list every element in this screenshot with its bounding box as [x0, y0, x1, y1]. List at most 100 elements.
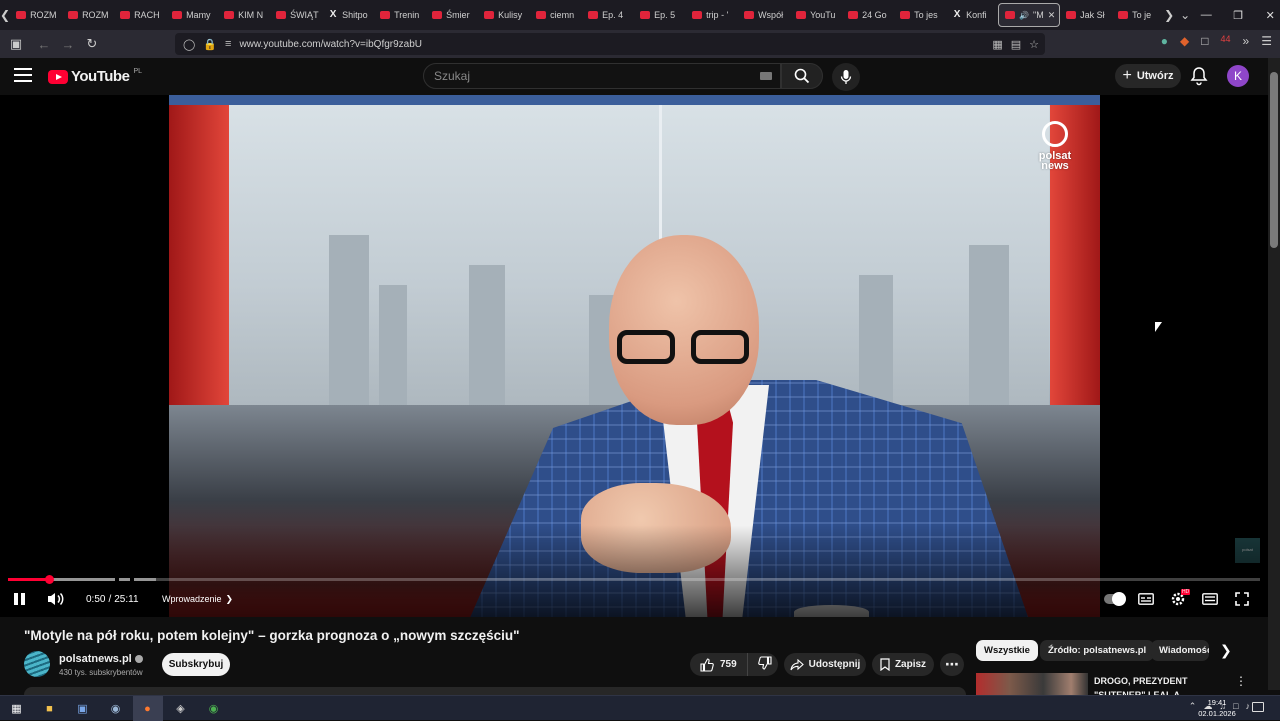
tracking-protection-icon[interactable]: ◯ [183, 38, 195, 51]
browser-tab[interactable]: ciemn [530, 3, 582, 27]
subtitles-button[interactable] [1136, 589, 1156, 609]
address-bar[interactable]: ◯ 🔒 ≡ www.youtube.com/watch?v=ibQfgr9zab… [175, 33, 1045, 55]
browser-tab[interactable]: To jes [894, 3, 946, 27]
browser-tab[interactable]: trip - ' [686, 3, 738, 27]
browser-tab[interactable]: ROZM [10, 3, 62, 27]
tab-list-dropdown-icon[interactable]: ⌄ [1180, 8, 1190, 22]
recommendation-thumbnail[interactable] [976, 673, 1088, 697]
extensions-puzzle-icon[interactable]: □ [1201, 34, 1208, 48]
browser-tab[interactable]: X Shitpo [322, 3, 374, 27]
browser-tab[interactable]: 🔊 "M ✕ [998, 3, 1061, 27]
tab-scroll-right-icon[interactable]: ❯ [1164, 8, 1174, 22]
browser-tab[interactable]: Śmier [426, 3, 478, 27]
close-window-icon[interactable]: ✕ [1254, 9, 1280, 22]
browser-tab[interactable]: Jak Sł [1060, 3, 1112, 27]
chip-all[interactable]: Wszystkie [976, 640, 1038, 661]
more-actions-button[interactable]: ⋯ [940, 653, 964, 676]
subscribe-button[interactable]: Subskrybuj [162, 653, 230, 676]
picture-in-picture-icon[interactable]: ▦ [992, 38, 1002, 51]
reload-icon[interactable]: ↻ [80, 36, 104, 52]
volume-icon [48, 592, 64, 606]
create-button[interactable]: + Utwórz [1115, 64, 1181, 88]
browser-tab[interactable]: YouTu [790, 3, 842, 27]
browser-tab[interactable]: X Konfi [946, 3, 998, 27]
like-button[interactable]: 759 [690, 653, 748, 676]
monitor-app-icon[interactable]: ▣ [74, 700, 91, 717]
progress-bar[interactable] [8, 575, 1260, 584]
permissions-icon[interactable]: ≡ [225, 38, 231, 50]
dislike-button[interactable] [748, 656, 782, 673]
scrollbar-thumb[interactable] [1270, 72, 1278, 248]
duration: 25:11 [114, 593, 139, 605]
browser-tab[interactable]: Współ [738, 3, 790, 27]
tab-scroll-left-icon[interactable]: ❮ [0, 8, 10, 22]
bookmark-star-icon[interactable]: ☆ [1029, 38, 1039, 51]
youtube-logo[interactable]: YouTube PL [48, 68, 142, 85]
chapter-button[interactable]: Wprowadzenie ❯ [162, 589, 233, 609]
extension-shield-icon[interactable]: ● [1161, 34, 1168, 48]
mute-button[interactable] [46, 589, 66, 609]
toggle-icon [1104, 592, 1126, 606]
fullscreen-button[interactable] [1232, 589, 1252, 609]
browser-tab[interactable]: RACH [114, 3, 166, 27]
channel-name-text[interactable]: polsatnews.pl [59, 653, 132, 665]
voice-search-button[interactable] [832, 63, 860, 91]
autoplay-toggle[interactable] [1104, 589, 1126, 609]
start-windows-icon[interactable]: ▦ [8, 700, 25, 717]
miniplayer-button[interactable] [1200, 589, 1220, 609]
bookmark-icon [880, 658, 890, 671]
browser-tab[interactable]: 24 Go [842, 3, 894, 27]
taskbar-clock[interactable]: 19:41 02.01.2026 [1198, 697, 1236, 719]
browser-tab[interactable]: ŚWIĄT [270, 3, 322, 27]
notifications-icon[interactable] [1252, 702, 1264, 712]
back-icon[interactable]: ← [32, 37, 56, 52]
lock-icon[interactable]: 🔒 [203, 38, 217, 51]
notifications-bell-icon[interactable] [1190, 66, 1208, 86]
settings-button[interactable]: HD [1168, 589, 1191, 609]
app-icon[interactable]: ◈ [172, 700, 189, 717]
ublock-badge[interactable]: 44 [1221, 34, 1231, 48]
reader-view-icon[interactable]: ▤ [1011, 38, 1021, 51]
url-text[interactable]: www.youtube.com/watch?v=ibQfgr9zabU [239, 39, 422, 50]
minimize-icon[interactable]: — [1190, 9, 1222, 22]
keyboard-icon[interactable] [760, 72, 772, 80]
sidebar-toggle-icon[interactable]: ▣ [4, 36, 28, 52]
restore-icon[interactable]: ❐ [1222, 9, 1254, 22]
browser-tab[interactable]: Kulisy [478, 3, 530, 27]
browser-tab[interactable]: Trenin [374, 3, 426, 27]
recommendation-menu-icon[interactable]: ⋮ [1235, 674, 1247, 688]
file-explorer-icon[interactable]: ■ [41, 700, 58, 717]
guide-menu-icon[interactable] [14, 68, 32, 82]
account-avatar[interactable]: K [1227, 65, 1249, 87]
browser-tab[interactable]: To je [1112, 3, 1164, 27]
pause-button[interactable] [14, 589, 28, 609]
chip-news[interactable]: Wiadomości [1151, 640, 1209, 661]
tab-close-icon[interactable]: ✕ [1048, 10, 1056, 21]
browser-tab[interactable]: KIM N [218, 3, 270, 27]
overflow-chevron-icon[interactable]: » [1243, 34, 1250, 48]
youtube-favicon-icon [900, 11, 911, 19]
browser-tab[interactable]: Ep. 5 [634, 3, 686, 27]
tab-audio-icon[interactable]: 🔊 [1019, 11, 1029, 20]
extension-fox-icon[interactable]: ◆ [1180, 34, 1189, 48]
forward-icon[interactable]: → [56, 37, 80, 52]
chrome-icon[interactable]: ◉ [205, 700, 222, 717]
page-scrollbar[interactable] [1268, 58, 1280, 690]
browser-tab[interactable]: ROZM [62, 3, 114, 27]
browser-tab[interactable]: Mamy [166, 3, 218, 27]
save-button[interactable]: Zapisz [872, 653, 934, 676]
chip-source[interactable]: Źródło: polsatnews.pl [1040, 640, 1155, 661]
channel-avatar[interactable] [24, 651, 50, 677]
browser-tab[interactable]: Ep. 4 [582, 3, 634, 27]
channel-name[interactable]: polsatnews.pl [59, 653, 143, 665]
tray-chevron-icon[interactable]: ⌃ [1189, 701, 1197, 712]
app-menu-icon[interactable]: ☰ [1261, 34, 1272, 48]
video-player[interactable]: polsat news polsat 0:50 / 25:11 Wprowadz… [0, 95, 1268, 617]
sound-icon[interactable]: ♪ [1246, 701, 1251, 712]
share-button[interactable]: Udostępnij [784, 653, 866, 676]
steam-icon[interactable]: ◉ [107, 700, 124, 717]
search-button[interactable] [781, 63, 823, 89]
chip-scroll-right-icon[interactable]: ❯ [1220, 642, 1232, 659]
firefox-icon[interactable]: ● [139, 700, 156, 717]
search-input[interactable]: Szukaj [423, 63, 781, 89]
